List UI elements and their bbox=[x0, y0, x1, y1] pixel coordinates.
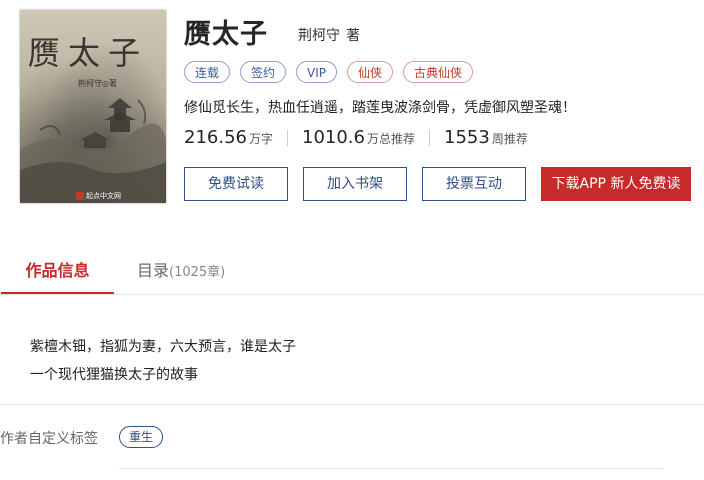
stat-divider bbox=[429, 129, 430, 146]
book-title: 赝太子 bbox=[184, 19, 268, 50]
book-stats: 216.56 万字 1010.6 万总推荐 1553 周推荐 bbox=[184, 127, 528, 148]
custom-tag[interactable]: 重生 bbox=[119, 426, 164, 448]
stat-divider bbox=[287, 129, 288, 146]
section-divider bbox=[0, 404, 704, 405]
section-divider bbox=[119, 468, 663, 469]
action-buttons: 免费试读 加入书架 投票互动 下载APP 新人免费读 bbox=[184, 167, 691, 201]
tag-subcategory[interactable]: 古典仙侠 bbox=[403, 61, 474, 83]
download-app-button[interactable]: 下载APP 新人免费读 bbox=[541, 167, 691, 201]
book-description: 紫檀木钿，指狐为妻，六大预言，谁是太子 一个现代狸猫换太子的故事 bbox=[30, 333, 296, 389]
cover-publisher-logo: 起点中文网 bbox=[76, 191, 121, 201]
stat-total-recommend: 1010.6 万总推荐 bbox=[302, 127, 415, 148]
tag-serializing: 连载 bbox=[184, 61, 231, 83]
book-cover[interactable]: 赝太子 荆柯守◎著 起点中文网 bbox=[20, 10, 166, 203]
free-read-button[interactable]: 免费试读 bbox=[184, 167, 288, 201]
add-to-shelf-button[interactable]: 加入书架 bbox=[303, 167, 407, 201]
author-suffix: 著 bbox=[346, 28, 360, 44]
tab-catalog[interactable]: 目录(1025章) bbox=[137, 258, 225, 294]
description-line: 一个现代狸猫换太子的故事 bbox=[30, 367, 198, 383]
stat-unit: 万总推荐 bbox=[366, 132, 415, 146]
tab-catalog-count: (1025章) bbox=[169, 265, 226, 280]
stat-word-count: 216.56 万字 bbox=[184, 127, 273, 148]
description-line: 紫檀木钿，指狐为妻，六大预言，谁是太子 bbox=[30, 339, 296, 355]
tag-signed: 签约 bbox=[240, 61, 287, 83]
tab-book-info[interactable]: 作品信息 bbox=[1, 258, 114, 294]
stat-weekly-recommend: 1553 周推荐 bbox=[444, 127, 528, 148]
cover-title: 赝太子 bbox=[28, 34, 149, 72]
tag-vip: VIP bbox=[296, 61, 338, 83]
tab-catalog-label: 目录 bbox=[137, 261, 170, 280]
vote-button[interactable]: 投票互动 bbox=[422, 167, 526, 201]
stat-value: 1010.6 bbox=[302, 127, 365, 148]
tab-bar: 作品信息 目录(1025章) bbox=[0, 258, 704, 295]
stat-value: 1553 bbox=[444, 127, 490, 148]
author-name[interactable]: 荆柯守 bbox=[298, 28, 340, 44]
cover-landscape-illustration bbox=[20, 98, 166, 203]
stat-value: 216.56 bbox=[184, 127, 247, 148]
stat-unit: 万字 bbox=[248, 132, 273, 146]
book-intro: 修仙觅长生，热血任逍遥，踏莲曳波涤剑骨，凭虚御风塑圣魂！ bbox=[184, 100, 576, 116]
tag-category[interactable]: 仙侠 bbox=[347, 61, 394, 83]
custom-tags-label: 作者自定义标签 bbox=[0, 431, 98, 447]
cover-author: 荆柯守◎著 bbox=[78, 79, 117, 88]
book-tags: 连载 签约 VIP 仙侠 古典仙侠 bbox=[184, 61, 474, 83]
stat-unit: 周推荐 bbox=[491, 132, 528, 146]
author-info: 荆柯守著 bbox=[298, 25, 360, 45]
